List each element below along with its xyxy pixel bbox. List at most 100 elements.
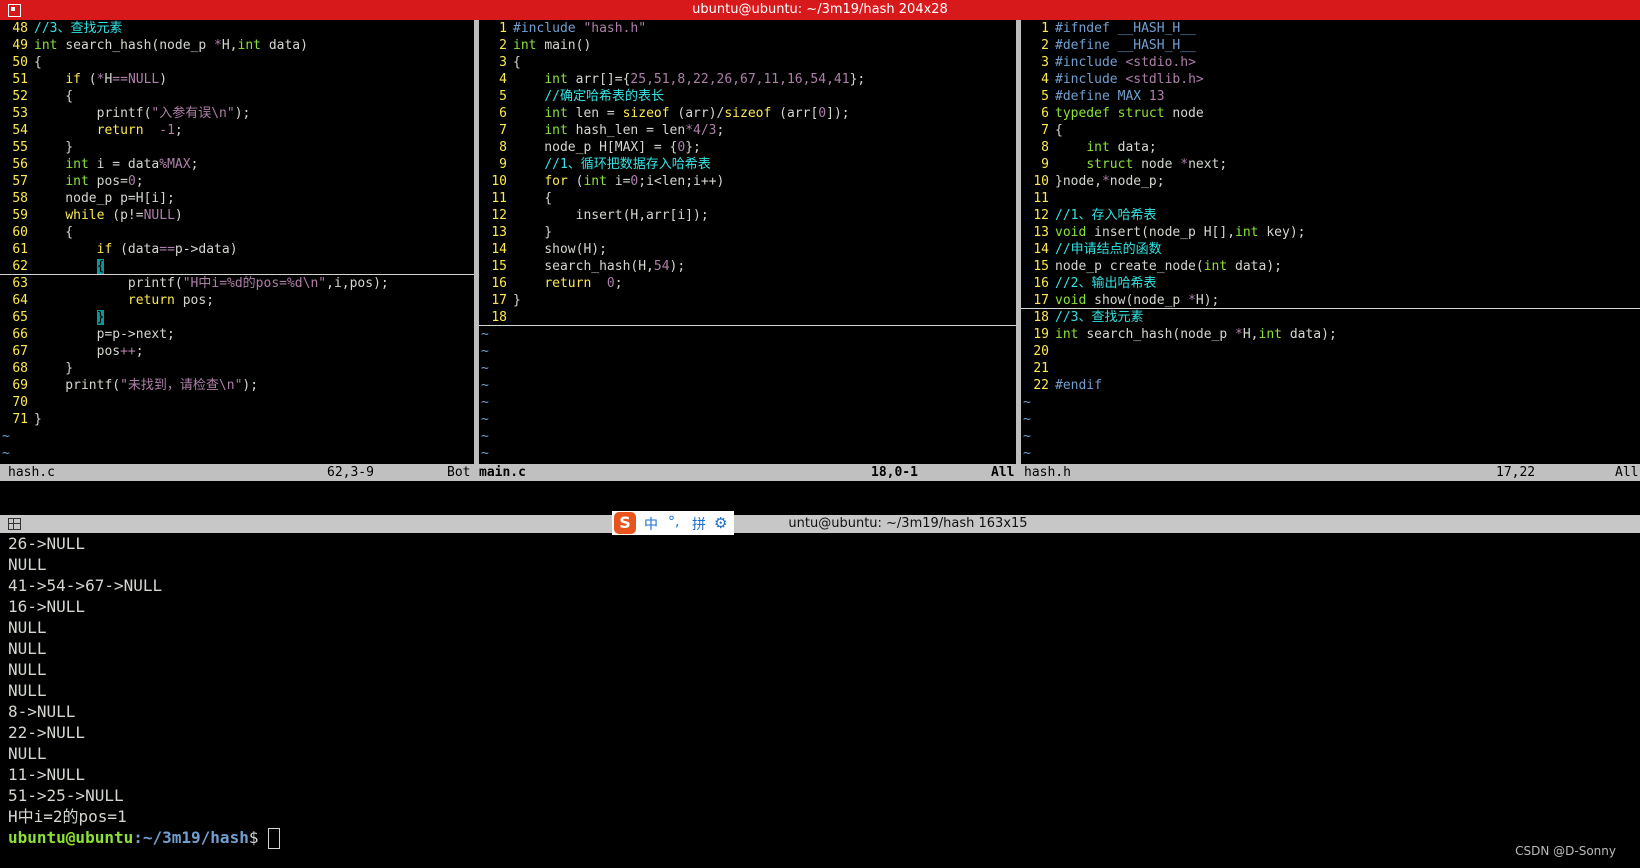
editor-pane-main-c[interactable]: 1 #include "hash.h" 2 int main() 3{4 int arr… xyxy=(479,20,1017,464)
code-line[interactable]: 48 //3、查找元素 xyxy=(0,20,476,37)
code-line[interactable]: 6 typedef struct node xyxy=(1021,105,1640,122)
code-line[interactable]: 13 void insert(node_p H[],int key); xyxy=(1021,224,1640,241)
code-line[interactable]: 15 search_hash(H,54); xyxy=(479,258,1017,275)
ime-toolbar[interactable]: S 中 °, 拼 ⚙ xyxy=(612,511,734,535)
terminal-titlebar[interactable]: untu@ubuntu: ~/3m19/hash 163x15 xyxy=(0,515,1640,533)
code-line[interactable]: 14 show(H); xyxy=(479,241,1017,258)
line-number: 5 xyxy=(499,89,507,104)
code-line[interactable]: 1 #include "hash.h" xyxy=(479,20,1017,37)
status-pos-hash-h: 17,22 xyxy=(1496,465,1536,480)
code-line[interactable]: 19 int search_hash(node_p *H,int data); xyxy=(1021,326,1640,343)
code-line[interactable]: 18 //3、查找元素 xyxy=(1021,309,1640,326)
code-line[interactable]: 71} xyxy=(0,411,476,428)
code-line[interactable]: 62 { xyxy=(0,258,476,275)
code-line[interactable]: 1 #ifndef __HASH_H__ xyxy=(1021,20,1640,37)
code-line[interactable]: 3 #include <stdio.h> xyxy=(1021,54,1640,71)
code-line[interactable]: 55 } xyxy=(0,139,476,156)
code-line[interactable]: 2 #define __HASH_H__ xyxy=(1021,37,1640,54)
code-token: -1 xyxy=(151,123,175,138)
code-line[interactable]: 5 #define MAX 13 xyxy=(1021,88,1640,105)
code-line[interactable]: 54 return -1; xyxy=(0,122,476,139)
line-number: 10 xyxy=(491,174,507,189)
code-line[interactable]: 52 { xyxy=(0,88,476,105)
terminal-output[interactable]: 26->NULL NULL 41->54->67->NULL 16->NULL NULL… xyxy=(0,533,1640,868)
code-line[interactable]: 16 return 0; xyxy=(479,275,1017,292)
empty-line-marker: ~ xyxy=(481,378,489,393)
line-number: 16 xyxy=(1033,276,1049,291)
code-line[interactable]: 21 xyxy=(1021,360,1640,377)
code-line[interactable]: 8 node_p H[MAX] = {0}; xyxy=(479,139,1017,156)
code-line[interactable]: 10}node,*node_p; xyxy=(1021,173,1640,190)
code-line[interactable]: 64 return pos; xyxy=(0,292,476,309)
code-line[interactable]: 14 //申请结点的函数 xyxy=(1021,241,1640,258)
status-pct-hash-c: Bot xyxy=(447,465,471,480)
code-line[interactable]: 3{ xyxy=(479,54,1017,71)
code-token: node_p p=H[i]; xyxy=(34,191,175,206)
code-line[interactable]: 11 xyxy=(1021,190,1640,207)
code-token: if xyxy=(65,72,81,87)
code-line[interactable]: 5 //确定哈希表的表长 xyxy=(479,88,1017,105)
code-token: return xyxy=(127,293,175,308)
code-line[interactable]: 12 //1、存入哈希表 xyxy=(1021,207,1640,224)
code-line[interactable]: 22 #endif xyxy=(1021,377,1640,394)
code-line[interactable]: 67 pos++; xyxy=(0,343,476,360)
code-token: { xyxy=(34,55,42,70)
code-line[interactable]: 53 printf("入参有误\n"); xyxy=(0,105,476,122)
code-line[interactable]: 20 xyxy=(1021,343,1640,360)
code-token: //2、输出哈希表 xyxy=(1055,276,1157,291)
code-line[interactable]: 68 } xyxy=(0,360,476,377)
code-line[interactable]: 17 void show(node_p *H); xyxy=(1021,292,1640,309)
ime-punct-toggle[interactable]: °, xyxy=(668,514,679,530)
code-line[interactable]: 13 } xyxy=(479,224,1017,241)
code-line[interactable]: 10 for (int i=0;i<len;i++) xyxy=(479,173,1017,190)
code-line[interactable]: 11 { xyxy=(479,190,1017,207)
shell-prompt[interactable]: ubuntu@ubuntu:~/3m19/hash$ xyxy=(0,827,1640,849)
code-line[interactable]: 70 xyxy=(0,394,476,411)
code-line[interactable]: 49 int search_hash(node_p *H,int data) xyxy=(0,37,476,54)
code-line[interactable]: 17} xyxy=(479,292,1017,309)
ime-lang-toggle[interactable]: 中 xyxy=(644,514,658,534)
code-line[interactable]: 6 int len = sizeof (arr)/sizeof (arr[0])… xyxy=(479,105,1017,122)
code-line[interactable]: 18 xyxy=(479,309,1017,326)
code-line[interactable]: 2 int main() xyxy=(479,37,1017,54)
code-line[interactable]: 60 { xyxy=(0,224,476,241)
terminal-output-line: 11->NULL xyxy=(8,765,86,784)
code-line[interactable]: 50 { xyxy=(0,54,476,71)
code-token: int xyxy=(544,123,568,138)
editor-pane-hash-h[interactable]: 1 #ifndef __HASH_H__ 2 #define __HASH_H__ 3 #… xyxy=(1021,20,1640,464)
code-line[interactable]: 12 insert(H,arr[i]); xyxy=(479,207,1017,224)
code-token: { xyxy=(34,89,74,104)
code-line[interactable]: 7 int hash_len = len*4/3; xyxy=(479,122,1017,139)
ime-mode-toggle[interactable]: 拼 xyxy=(692,514,706,534)
code-line[interactable]: 4 #include <stdlib.h> xyxy=(1021,71,1640,88)
code-line[interactable]: 9 //1、循环把数据存入哈希表 xyxy=(479,156,1017,173)
code-token: //1、存入哈希表 xyxy=(1055,208,1157,223)
code-line[interactable]: 58 node_p p=H[i]; xyxy=(0,190,476,207)
code-line[interactable]: 9 struct node *next; xyxy=(1021,156,1640,173)
editor-pane-hash-c[interactable]: 48//3、查找元素 49 int search_hash(node_p *H,in… xyxy=(0,20,476,464)
code-line[interactable]: 57 int pos=0; xyxy=(0,173,476,190)
code-line[interactable]: 15 node_p create_node(int data); xyxy=(1021,258,1640,275)
code-line[interactable]: 63 printf("H中i=%d的pos=%d\n",i,pos); xyxy=(0,275,476,292)
code-line[interactable]: 51 if (*H==NULL) xyxy=(0,71,476,88)
sogou-logo-icon[interactable]: S xyxy=(614,512,636,534)
code-line[interactable]: 61 if (data==p->data) xyxy=(0,241,476,258)
code-line[interactable]: 56 int i = data%MAX; xyxy=(0,156,476,173)
code-line[interactable]: 69 printf("未找到，请检查\n"); xyxy=(0,377,476,394)
code-line[interactable]: 66 p=p->next; xyxy=(0,326,476,343)
code-line[interactable]: 65 } xyxy=(0,309,476,326)
code-token: NULL xyxy=(127,72,160,87)
window-titlebar[interactable]: ubuntu@ubuntu: ~/3m19/hash 204x28 xyxy=(0,0,1640,20)
terminal-output-line: 22->NULL xyxy=(8,723,86,742)
line-number: 55 xyxy=(12,140,28,155)
code-token: 0 xyxy=(818,106,827,121)
gear-icon[interactable]: ⚙ xyxy=(714,514,727,532)
line-number: 10 xyxy=(1033,174,1049,189)
code-token: next; xyxy=(1188,157,1228,172)
code-line[interactable]: 59 while (p!=NULL) xyxy=(0,207,476,224)
code-line[interactable]: 16 //2、输出哈希表 xyxy=(1021,275,1640,292)
code-line[interactable]: 8 int data; xyxy=(1021,139,1640,156)
code-line[interactable]: 4 int arr[]={25,51,8,22,26,67,11,16,54,4… xyxy=(479,71,1017,88)
code-line[interactable]: 7{ xyxy=(1021,122,1640,139)
